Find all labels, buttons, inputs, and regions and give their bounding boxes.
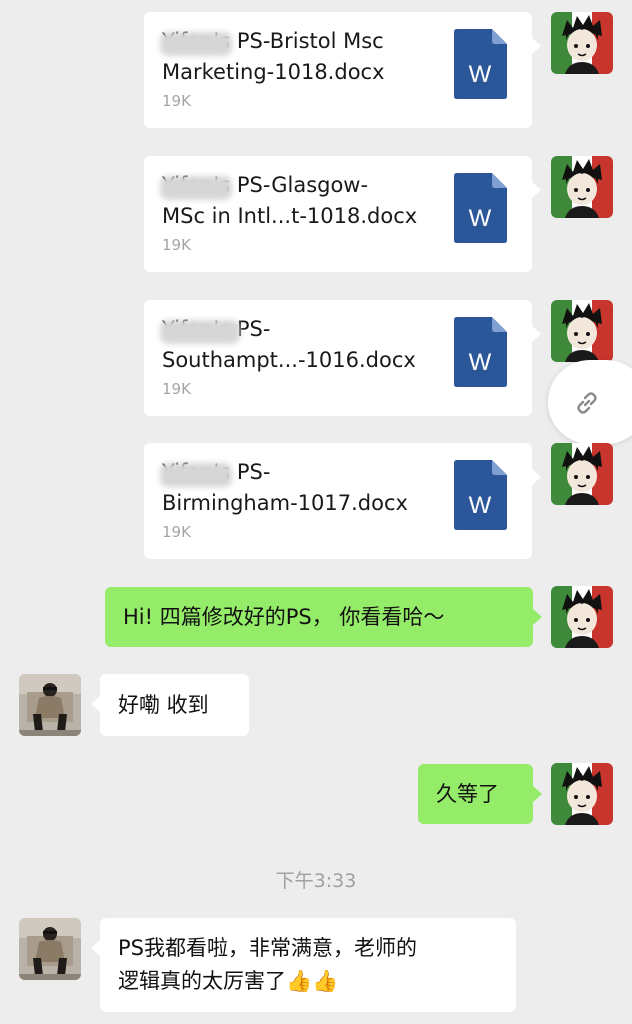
thumbs-up-emoji: 👍👍 — [286, 969, 339, 993]
link-icon — [577, 392, 597, 414]
my-avatar[interactable] — [551, 12, 613, 74]
file-size: 19K — [162, 523, 191, 541]
redaction-blur — [160, 320, 240, 344]
floating-link-button[interactable] — [548, 360, 632, 444]
my-avatar[interactable] — [551, 763, 613, 825]
svg-text:W: W — [469, 205, 492, 232]
file-size: 19K — [162, 92, 191, 110]
received-message-bubble[interactable]: 好嘞 收到 — [91, 674, 249, 736]
sent-message-bubble[interactable]: 久等了 — [418, 764, 542, 824]
file-message-card[interactable]: Yifan's PS-Bristol Msc Marketing-1018.do… — [144, 12, 541, 128]
my-avatar[interactable] — [551, 443, 613, 505]
redaction-blur — [160, 176, 232, 200]
message-text: 好嘞 收到 — [118, 692, 209, 717]
received-message-bubble[interactable]: PS我都看啦，非常满意，老师的 逻辑真的太厉害了👍👍 — [91, 918, 516, 1012]
word-icon: W — [454, 29, 507, 99]
file-size: 19K — [162, 380, 191, 398]
word-icon: W — [454, 460, 507, 530]
file-message-card[interactable]: Yifan's PS-Glasgow- MSc in Intl...t-1018… — [144, 156, 541, 272]
message-text: Hi! 四篇修改好的PS， 你看看哈～ — [123, 604, 445, 629]
message-text-line: PS我都看啦，非常满意，老师的 — [118, 936, 417, 960]
word-icon: W — [454, 317, 507, 387]
message-text-line: 逻辑真的太厉害了👍👍 — [118, 965, 338, 998]
contact-avatar[interactable] — [19, 918, 81, 980]
file-message-card[interactable]: Yifan's PS- Birmingham-1017.docx 19K W — [144, 443, 541, 559]
my-avatar[interactable] — [551, 156, 613, 218]
svg-text:W: W — [469, 492, 492, 519]
file-message-card[interactable]: Yifan's PS- Southampt...-1016.docx 19K W — [144, 300, 541, 416]
redaction-blur — [160, 463, 232, 487]
my-avatar[interactable] — [551, 586, 613, 648]
sent-message-bubble[interactable]: Hi! 四篇修改好的PS， 你看看哈～ — [105, 587, 542, 647]
word-icon: W — [454, 173, 507, 243]
redaction-blur — [160, 32, 232, 56]
message-timestamp: 下午3:33 — [275, 870, 357, 892]
svg-text:W: W — [469, 61, 492, 88]
message-text: 逻辑真的太厉害了 — [118, 969, 286, 993]
message-text: 久等了 — [436, 781, 499, 806]
my-avatar[interactable] — [551, 300, 613, 362]
svg-text:W: W — [469, 349, 492, 376]
file-size: 19K — [162, 236, 191, 254]
contact-avatar[interactable] — [19, 674, 81, 736]
